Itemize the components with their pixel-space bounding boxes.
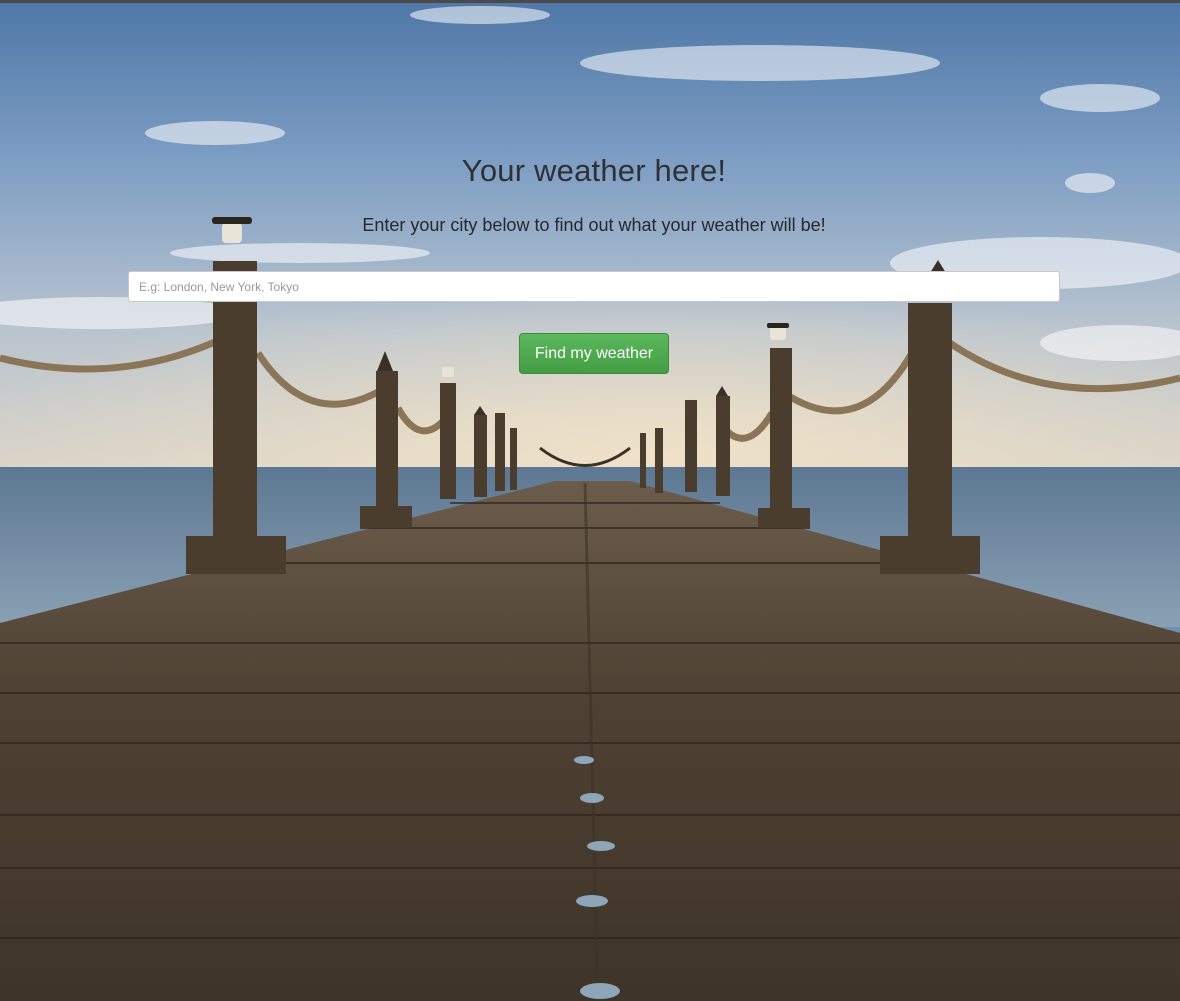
page-title: Your weather here! (461, 153, 727, 188)
city-search-input[interactable] (128, 271, 1060, 302)
find-weather-button[interactable]: Find my weather (519, 333, 669, 374)
page-subtitle: Enter your city below to find out what y… (362, 215, 826, 235)
weather-page: Your weather here! Enter your city below… (0, 0, 1180, 1001)
